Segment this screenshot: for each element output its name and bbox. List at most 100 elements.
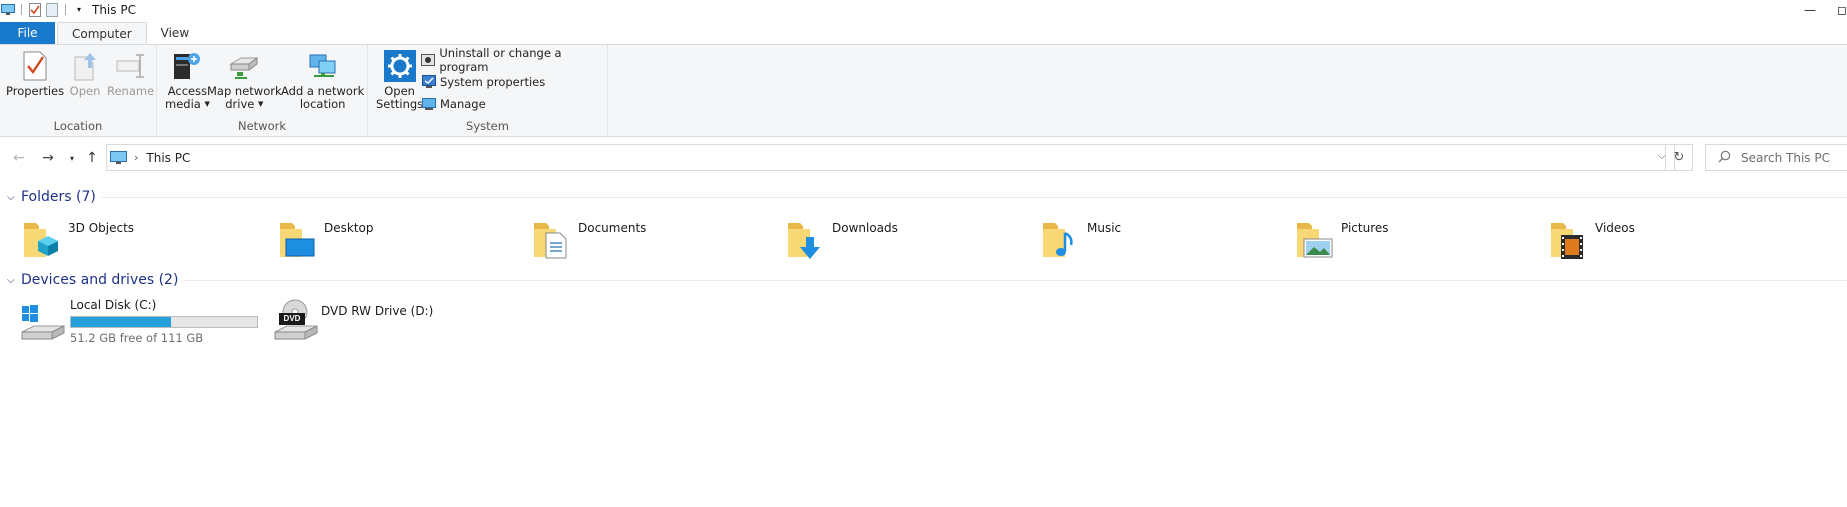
access-media-label-line2: media (165, 97, 201, 111)
group-label-network: Network (237, 119, 287, 133)
folder-name: Downloads (832, 221, 898, 235)
section-divider (101, 196, 1847, 198)
drive-usage-bar (70, 316, 258, 328)
folder-item-music[interactable]: Music (1041, 217, 1121, 263)
tab-view[interactable]: View (147, 22, 203, 44)
group-location: Properties Open Rename Location (0, 45, 157, 137)
customize-toolbar-chevron-icon[interactable]: ▾ (72, 3, 86, 17)
music-icon (1041, 217, 1081, 261)
window-controls: — ◻ (1787, 0, 1847, 19)
folder-item-downloads[interactable]: Downloads (786, 217, 898, 263)
up-arrow-icon[interactable]: ↑ (82, 148, 102, 168)
properties-icon (18, 49, 52, 83)
properties-button[interactable]: Properties (6, 49, 64, 98)
title-bar: ▾ This PC — ◻ (0, 0, 1847, 19)
uninstall-program-label: Uninstall or change a program (439, 46, 562, 74)
drive-usage-fill (71, 317, 172, 327)
ribbon: Properties Open Rename Location Access m… (0, 45, 1847, 137)
dvd-drive-icon: DVD (273, 298, 319, 344)
rename-button[interactable]: Rename (107, 49, 154, 98)
maximize-button[interactable]: ◻ (1833, 0, 1847, 19)
quick-access-toolbar: ▾ (0, 0, 86, 19)
access-media-button[interactable]: Access media ▼ (165, 49, 210, 111)
ribbon-tabs: File Computer View (0, 22, 1847, 45)
group-system: Open Settings Uninstall or change a prog… (368, 45, 608, 137)
open-settings-button[interactable]: Open Settings (376, 49, 423, 111)
open-button[interactable]: Open (68, 49, 102, 98)
tab-computer[interactable]: Computer (57, 22, 147, 45)
drives-section-header[interactable]: ⌵ Devices and drives (2) (0, 270, 1847, 290)
group-label-system: System (466, 119, 509, 133)
rename-label: Rename (107, 84, 155, 98)
search-icon (1718, 150, 1731, 166)
folder-item-pictures[interactable]: Pictures (1295, 217, 1389, 263)
refresh-button[interactable]: ↻ (1665, 144, 1693, 171)
folder-name: Documents (578, 221, 647, 235)
windows-drive-icon (20, 298, 66, 344)
map-network-drive-icon (227, 49, 261, 83)
collapse-chevron-icon[interactable]: ⌵ (7, 275, 17, 286)
documents-icon (532, 217, 572, 261)
tab-file[interactable]: File (0, 22, 55, 44)
access-media-icon (170, 49, 204, 83)
section-divider (184, 279, 1847, 281)
properties-label: Properties (6, 84, 65, 98)
group-label-location: Location (53, 119, 103, 133)
properties-quick-icon[interactable] (28, 2, 42, 17)
drive-item-local-disk-c[interactable]: Local Disk (C:) 51.2 GB free of 111 GB (20, 298, 258, 345)
manage-icon (421, 97, 436, 112)
folder-name: 3D Objects (68, 221, 135, 235)
address-bar[interactable]: › This PC ⌵ (106, 144, 1675, 171)
map-network-drive-button[interactable]: Map network drive ▼ (207, 49, 282, 111)
add-network-location-label-line2: location (299, 97, 346, 111)
navigation-bar: ← → ▾ ↑ › This PC ⌵ ↻ (0, 140, 1847, 174)
this-pc-icon (110, 150, 128, 166)
breadcrumb-separator-icon[interactable]: › (134, 151, 138, 164)
search-input[interactable] (1741, 150, 1841, 165)
collapse-chevron-icon[interactable]: ⌵ (7, 192, 17, 203)
group-network: Access media ▼ Map network drive ▼ Add a… (157, 45, 368, 137)
drive-item-dvd-rw-d[interactable]: DVD DVD RW Drive (D:) (273, 298, 433, 344)
system-properties-label: System properties (440, 75, 546, 89)
back-arrow-icon[interactable]: ← (9, 148, 29, 168)
add-network-location-button[interactable]: Add a network location (281, 49, 364, 111)
window-title: This PC (92, 2, 136, 17)
open-icon (68, 49, 102, 83)
folder-name: Videos (1595, 221, 1635, 235)
settings-gear-icon (383, 49, 417, 83)
folder-item-documents[interactable]: Documents (532, 217, 646, 263)
desktop-icon (278, 217, 318, 261)
folder-item-desktop[interactable]: Desktop (278, 217, 374, 263)
manage-label: Manage (440, 97, 486, 111)
map-network-drive-label-line2: drive (225, 97, 255, 111)
open-label: Open (69, 84, 101, 98)
3d-objects-icon (22, 217, 62, 261)
system-properties-button[interactable]: System properties (421, 72, 545, 92)
folder-name: Pictures (1341, 221, 1389, 235)
pictures-icon (1295, 217, 1335, 261)
uninstall-program-button[interactable]: Uninstall or change a program (421, 46, 607, 74)
computer-icon[interactable] (1, 3, 15, 17)
add-network-location-icon (306, 49, 340, 83)
breadcrumb-this-pc[interactable]: This PC (146, 151, 190, 165)
minimize-button[interactable]: — (1787, 0, 1833, 19)
manage-button[interactable]: Manage (421, 94, 486, 114)
map-drive-dropdown-icon: ▼ (258, 100, 264, 108)
rename-icon (114, 49, 148, 83)
folder-item-videos[interactable]: Videos (1549, 217, 1635, 263)
folder-name: Desktop (324, 221, 374, 235)
uninstall-program-icon (421, 53, 436, 68)
videos-icon (1549, 217, 1589, 261)
recent-locations-chevron-icon[interactable]: ▾ (62, 148, 82, 168)
downloads-icon (786, 217, 826, 261)
folder-item-3d-objects[interactable]: 3D Objects (22, 217, 134, 263)
folder-name: Music (1087, 221, 1122, 235)
open-settings-label-line2: Settings (376, 97, 424, 111)
search-box[interactable] (1705, 144, 1847, 171)
drive-name: Local Disk (C:) (70, 298, 157, 312)
forward-arrow-icon[interactable]: → (38, 148, 58, 168)
folders-section-header[interactable]: ⌵ Folders (7) (0, 187, 1847, 207)
drive-info: Local Disk (C:) 51.2 GB free of 111 GB (70, 298, 258, 345)
dvd-badge: DVD (283, 314, 301, 323)
new-folder-quick-icon[interactable] (45, 2, 59, 17)
